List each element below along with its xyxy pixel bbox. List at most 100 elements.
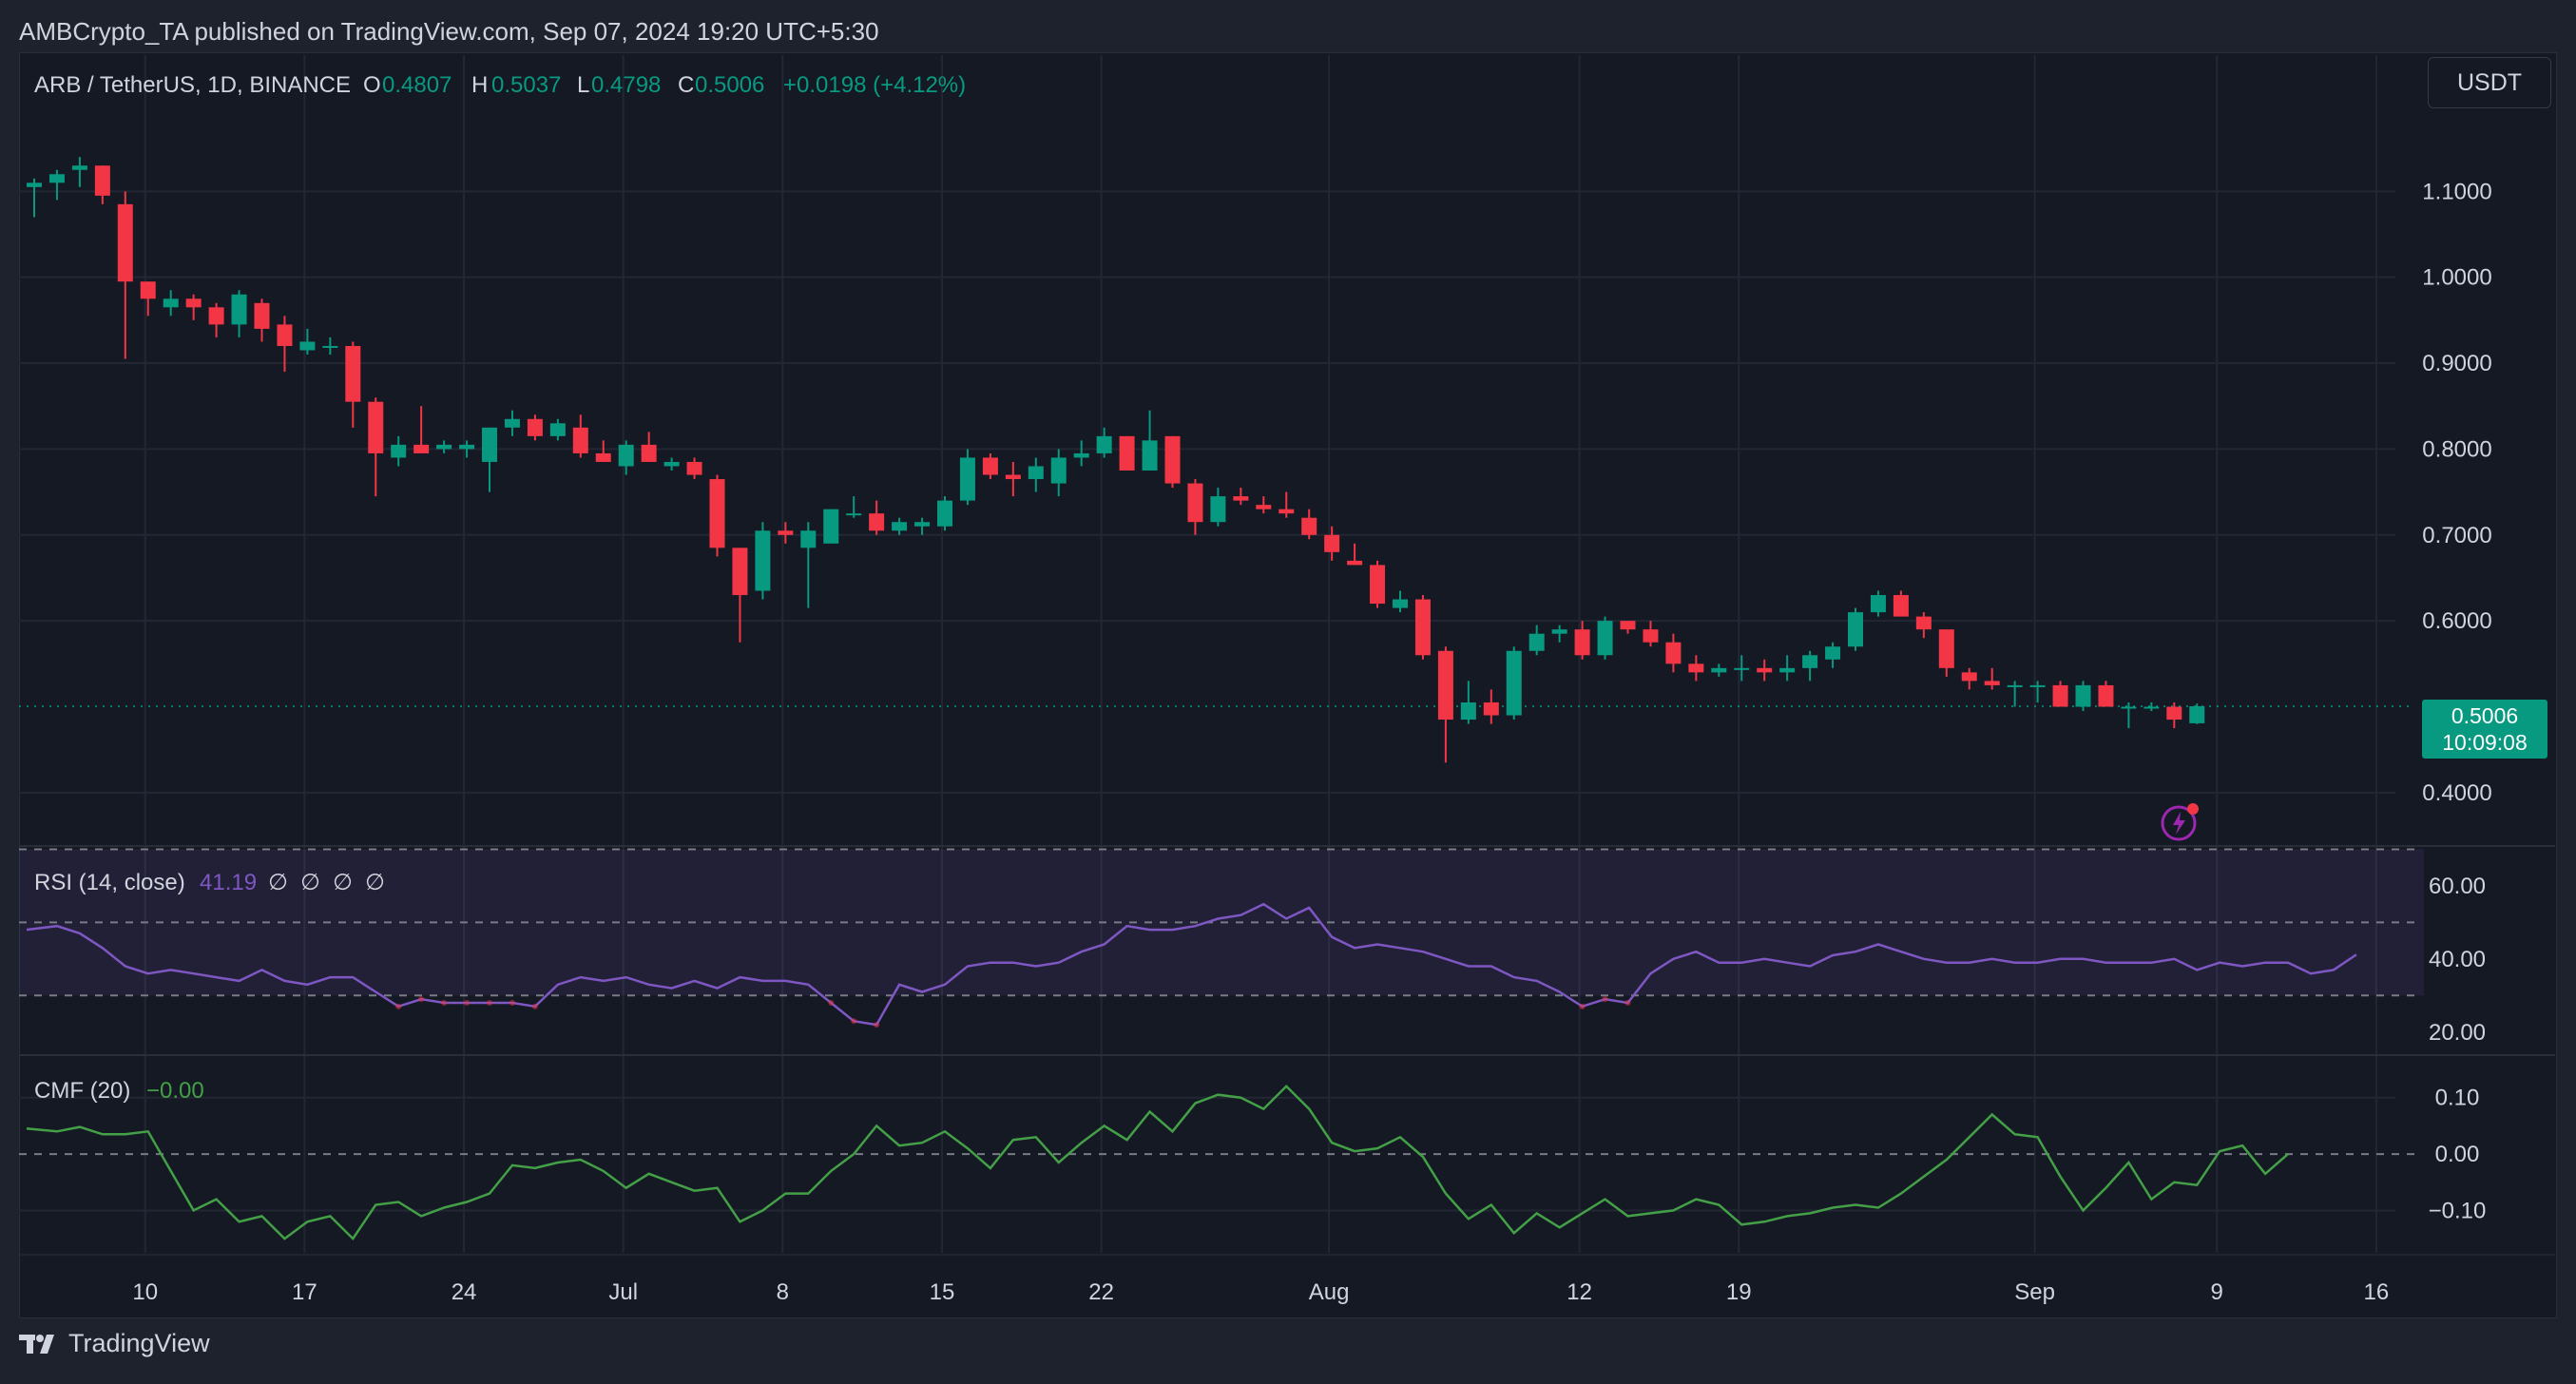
candle <box>1324 526 1340 561</box>
rsi-oversold-mark <box>395 1003 402 1009</box>
candle-body <box>322 345 338 348</box>
candle-body <box>1757 667 1773 673</box>
candle <box>27 178 42 218</box>
candle-body <box>732 548 748 596</box>
last-price-badge: 0.5006 10:09:08 <box>2422 700 2547 759</box>
candle-body <box>1483 702 1499 716</box>
candle <box>982 452 998 480</box>
candle <box>1597 616 1613 660</box>
candle <box>1301 509 1317 540</box>
candle <box>231 290 247 337</box>
candle-body <box>413 444 430 453</box>
candle-body <box>1073 452 1089 458</box>
candle <box>185 294 202 320</box>
candle-body <box>1574 629 1590 656</box>
candle-body <box>94 165 110 196</box>
candle <box>2029 681 2046 702</box>
time-tick-label: 16 <box>2363 1279 2389 1305</box>
candle-body <box>1187 483 1203 523</box>
price-tick-label: 0.7000 <box>2422 523 2491 548</box>
candle-body <box>1460 702 1476 721</box>
candle-body <box>2098 684 2114 707</box>
candle-body <box>140 281 156 299</box>
candle-body <box>2075 684 2091 707</box>
candle-body <box>1938 629 1954 668</box>
time-tick-label: Jul <box>608 1279 638 1305</box>
candle-body <box>618 444 634 467</box>
footer-brand: TradingView <box>68 1329 210 1357</box>
candle <box>1414 595 1431 660</box>
candle <box>1757 659 1773 682</box>
cmf-tick-label: 0.10 <box>2435 1086 2480 1111</box>
candle <box>1256 496 1272 514</box>
candle <box>527 414 543 441</box>
candle <box>709 474 725 557</box>
candle <box>2052 681 2068 707</box>
tradingview-logo[interactable]: TradingView <box>19 1329 210 1358</box>
candle-body <box>1551 629 1567 634</box>
candle-body <box>823 509 839 544</box>
price-tick-label: 0.9000 <box>2422 351 2491 376</box>
candle <box>549 418 566 441</box>
candle <box>1506 646 1522 721</box>
candle <box>1688 655 1704 682</box>
candle <box>345 341 361 428</box>
candle <box>663 457 680 471</box>
candle-body <box>482 427 497 462</box>
candle <box>413 406 430 453</box>
chart-svg[interactable]: 1.1000 1.0000 0.9000 0.8000 0.7000 0.6000 0.40… <box>0 0 2576 1384</box>
candle <box>504 410 520 436</box>
candle-body <box>982 457 998 475</box>
candle <box>1187 479 1203 535</box>
candle <box>140 281 156 317</box>
candle-body <box>1984 681 2000 685</box>
low-value: 0.4798 <box>591 72 661 98</box>
candle-body <box>1802 655 1818 668</box>
candle <box>1528 625 1545 656</box>
rsi-oversold-mark <box>441 1000 448 1006</box>
candle <box>914 517 931 535</box>
candle <box>572 414 588 458</box>
rsi-oversold-mark <box>487 1000 492 1006</box>
candlestick-series <box>27 157 2205 763</box>
rsi-oversold-mark <box>828 1000 835 1006</box>
candle-body <box>914 522 931 527</box>
candle <box>459 440 475 458</box>
candle <box>755 522 771 600</box>
candle <box>959 449 975 506</box>
candle <box>1620 621 1636 634</box>
candle-body <box>1414 599 1431 656</box>
time-tick-label: 8 <box>777 1279 789 1305</box>
rsi-empty-4: ∅ <box>365 870 385 895</box>
rsi-oversold-mark <box>874 1022 880 1028</box>
candle-body <box>937 500 952 527</box>
price-tick-label: 0.6000 <box>2422 608 2491 634</box>
candle-body <box>368 401 384 453</box>
candle-body <box>1050 457 1067 484</box>
high-value: 0.5037 <box>491 72 561 98</box>
candle <box>322 336 338 356</box>
candle-body <box>2166 706 2182 721</box>
candle-body <box>1370 565 1386 605</box>
axis-labels: 1.1000 1.0000 0.9000 0.8000 0.7000 0.6000 0.40… <box>132 179 2491 1305</box>
candle-body <box>208 307 224 325</box>
currency-button[interactable]: USDT <box>2428 57 2551 108</box>
candle-body <box>1893 595 1909 617</box>
close-value: 0.5006 <box>695 72 764 98</box>
candle-body <box>436 444 452 450</box>
candle <box>2098 681 2114 707</box>
candle-body <box>1688 663 1704 673</box>
candle-body <box>1437 650 1453 721</box>
candle-body <box>1961 672 1977 682</box>
lightning-alert-icon[interactable] <box>2160 800 2201 847</box>
candle <box>2007 681 2023 707</box>
low-label: L <box>577 72 589 98</box>
candle <box>1460 681 1476 724</box>
candle-body <box>1142 440 1158 471</box>
candle-body <box>2007 684 2023 687</box>
candle <box>641 432 657 462</box>
candle-body <box>163 298 179 308</box>
candle-body <box>641 444 657 462</box>
candle <box>254 298 270 342</box>
candle-body <box>572 427 588 453</box>
